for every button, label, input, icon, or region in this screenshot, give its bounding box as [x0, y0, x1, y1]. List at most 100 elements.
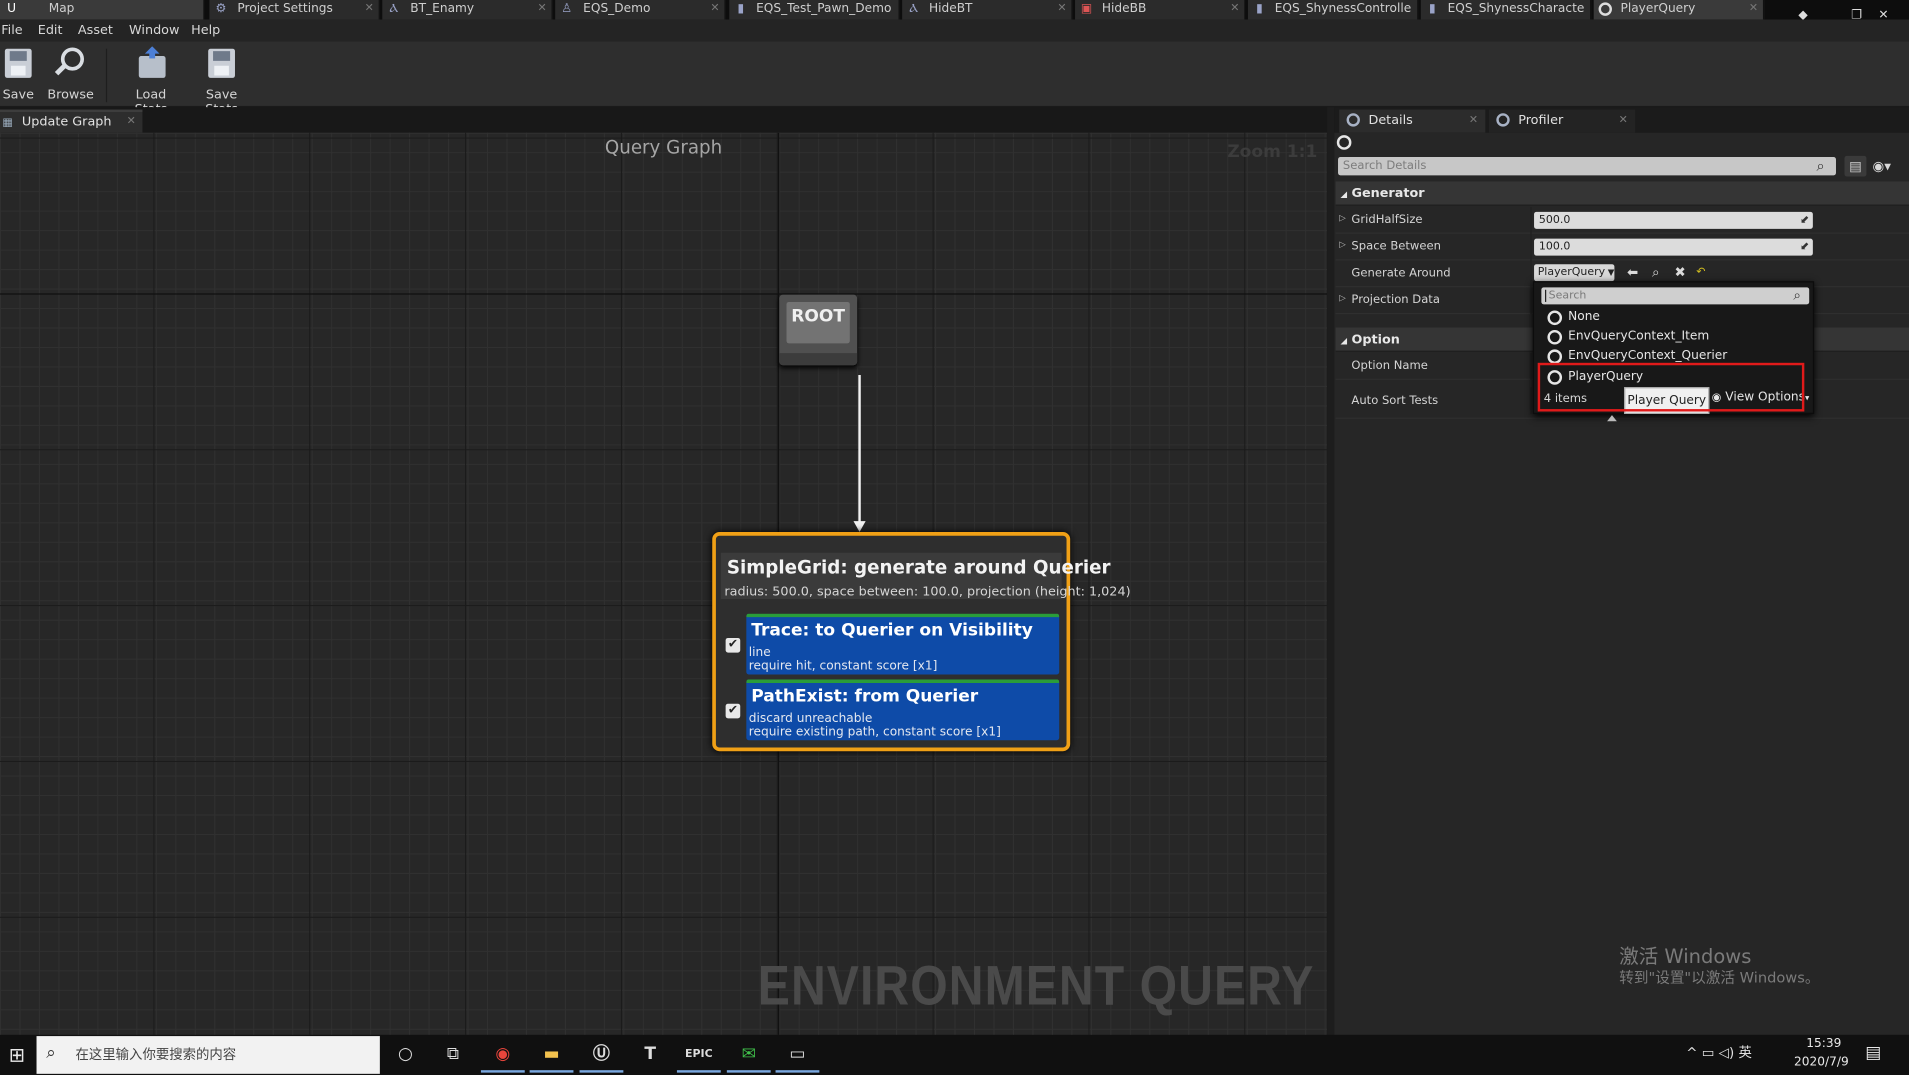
close-icon[interactable]: ✕ — [1230, 0, 1239, 18]
volume-icon[interactable]: ◁) — [1719, 1045, 1735, 1061]
dropdown-item-envquerycontext-item[interactable]: EnvQueryContext_Item — [1545, 328, 1807, 347]
tab-bt-enamy[interactable]: Ⲁ BT_Enamy ✕ — [382, 0, 553, 20]
typora-icon[interactable]: T — [628, 1037, 672, 1072]
close-icon[interactable]: ✕ — [1749, 0, 1758, 18]
collapsed-arrow-icon[interactable]: ▷ — [1339, 213, 1346, 223]
node-description: radius: 500.0, space between: 100.0, pro… — [724, 584, 1131, 600]
chevron-down-icon: ▼ — [1605, 267, 1615, 278]
tab-eqs-shyness-character[interactable]: ▮ EQS_ShynessCharacte — [1420, 0, 1592, 20]
search-details-input[interactable]: Search Details — [1338, 157, 1836, 176]
tab-label: EQS_Demo — [583, 2, 651, 16]
tab-hidebt[interactable]: Ⲁ HideBT ✕ — [902, 0, 1073, 20]
taskbar-search-input[interactable]: 在这里输入你要搜索的内容 — [36, 1036, 380, 1074]
graph-title: Query Graph — [604, 136, 723, 159]
search-icon: ⌕ — [1793, 287, 1801, 304]
tab-label: Details — [1368, 113, 1413, 128]
browse-magnifier-icon[interactable]: ⌕ — [1647, 264, 1664, 281]
clear-x-icon[interactable]: ✖ — [1672, 264, 1689, 281]
menu-bar: File Edit Asset Window Help — [0, 19, 1909, 42]
close-icon[interactable]: ✕ — [127, 112, 136, 131]
windows-start-icon[interactable]: ⊞ — [0, 1035, 34, 1075]
test-enabled-checkbox[interactable]: ✔ — [725, 637, 741, 653]
wechat-icon[interactable]: ✉ — [726, 1037, 771, 1073]
panel-splitter[interactable] — [1327, 107, 1335, 1035]
close-icon[interactable]: ✕ — [1057, 0, 1066, 18]
chevron-down-icon: ▾ — [1805, 393, 1810, 403]
test-enabled-checkbox[interactable]: ✔ — [725, 703, 741, 719]
tab-project-settings[interactable]: ⚙ Project Settings ✕ — [209, 0, 380, 20]
tab-update-graph[interactable]: ▦ Update Graph ✕ — [0, 109, 143, 133]
tab-eqs-test-pawn-demo[interactable]: ▮ EQS_Test_Pawn_Demo — [729, 0, 900, 20]
tab-playerquery[interactable]: PlayerQuery ✕ — [1593, 0, 1765, 20]
ime-indicator[interactable]: 英 — [1738, 1045, 1751, 1061]
property-label: Projection Data — [1351, 293, 1440, 307]
menu-asset[interactable]: Asset — [78, 23, 113, 38]
trace-test-node[interactable]: Trace: to Querier on Visibility line req… — [746, 613, 1060, 675]
property-matrix-icon[interactable]: ▤ — [1844, 155, 1867, 177]
tab-map[interactable]: U Map — [0, 0, 205, 20]
root-node-output-pin[interactable] — [779, 353, 858, 366]
menu-file[interactable]: File — [1, 23, 22, 38]
tab-profiler[interactable]: Profiler ✕ — [1489, 109, 1636, 133]
category-generator[interactable]: ◢ Generator — [1335, 181, 1909, 206]
save-stats-icon — [206, 46, 238, 80]
epic-games-icon[interactable]: EPIC — [676, 1037, 721, 1073]
close-icon[interactable]: ✕ — [710, 0, 719, 18]
generate-around-combo[interactable]: PlayerQuery ▼ — [1534, 264, 1615, 282]
notification-center-icon[interactable]: ▤ — [1865, 1043, 1881, 1062]
grid-half-size-field[interactable]: 500.0 ⬋ — [1534, 211, 1813, 229]
cortana-icon[interactable]: ○ — [384, 1037, 428, 1072]
file-explorer-icon[interactable]: ▬ — [529, 1037, 574, 1073]
view-options-eye-icon[interactable]: ◉▾ — [1873, 158, 1902, 175]
clock-time[interactable]: 15:39 — [1799, 1037, 1848, 1050]
close-icon[interactable]: ✕ — [1469, 110, 1478, 132]
close-icon[interactable]: ✕ — [537, 0, 546, 18]
close-icon[interactable]: ✕ — [1619, 110, 1628, 132]
unreal-engine-icon[interactable]: Ⓤ — [579, 1037, 624, 1073]
collapsed-arrow-icon[interactable]: ▷ — [1339, 240, 1346, 250]
node-connection-wire — [858, 374, 861, 524]
save-stats-button[interactable]: Save Stats — [190, 46, 253, 117]
tab-details[interactable]: Details ✕ — [1339, 109, 1486, 133]
browse-button[interactable]: Browse — [46, 46, 95, 104]
tab-eqs-shyness-controller[interactable]: ▮ EQS_ShynessControlle — [1247, 0, 1419, 20]
text-cursor — [1545, 289, 1547, 302]
load-stats-icon — [135, 46, 167, 80]
space-between-field[interactable]: 100.0 ⬋ — [1534, 238, 1813, 256]
dropdown-resize-grip-icon[interactable] — [1607, 415, 1617, 422]
collapsed-arrow-icon[interactable]: ▷ — [1339, 293, 1346, 303]
graph-grid-icon: ▦ — [2, 116, 13, 130]
lock-selection-icon[interactable] — [1336, 135, 1352, 150]
dropdown-search-input[interactable]: Search — [1541, 287, 1810, 305]
expand-arrow-icon: ◢ — [1340, 189, 1348, 200]
menu-help[interactable]: Help — [191, 23, 220, 38]
chrome-icon[interactable]: ◉ — [480, 1037, 525, 1073]
reset-arrow-icon[interactable]: ⬋ — [1800, 212, 1809, 229]
tray-chevron-up-icon[interactable]: ^ — [1686, 1045, 1697, 1061]
save-button[interactable]: Save — [0, 46, 37, 104]
tab-hidebb[interactable]: ▣ HideBB ✕ — [1075, 0, 1246, 20]
menu-window[interactable]: Window — [129, 23, 179, 38]
use-selected-arrow-icon[interactable]: ⬅ — [1624, 264, 1641, 281]
root-node[interactable]: ROOT — [779, 294, 858, 366]
menu-edit[interactable]: Edit — [38, 23, 63, 38]
task-view-icon[interactable]: ⧉ — [431, 1037, 475, 1072]
window-controls: ◆ ▁ ❐ ✕ — [1790, 0, 1909, 22]
clock-date[interactable]: 2020/7/9 — [1787, 1056, 1855, 1069]
pathexist-test-node[interactable]: PathExist: from Querier discard unreacha… — [746, 679, 1060, 741]
test-desc: require hit, constant score [x1] — [748, 659, 938, 674]
column-divider — [1530, 353, 1532, 380]
query-graph-canvas[interactable]: Query Graph Zoom 1:1 ENVIRONMENT QUERY R… — [0, 132, 1328, 1035]
load-stats-button[interactable]: Load Stats — [118, 46, 184, 117]
reset-to-default-icon[interactable]: ↶ — [1692, 264, 1709, 281]
close-icon[interactable]: ✕ — [365, 0, 374, 18]
monitor-app-icon[interactable]: ▭ — [775, 1037, 820, 1073]
tab-eqs-demo[interactable]: ♙ EQS_Demo ✕ — [555, 0, 726, 20]
network-icon[interactable]: ▭ — [1702, 1045, 1715, 1061]
reset-arrow-icon[interactable]: ⬋ — [1800, 239, 1809, 256]
dropdown-item-none[interactable]: None — [1545, 308, 1807, 327]
unreal-editor-window: U Map ⚙ Project Settings ✕ Ⲁ BT_Enamy ✕ … — [0, 0, 1909, 1075]
test-desc: discard unreachable — [748, 712, 873, 726]
simplegrid-generator-node[interactable]: SimpleGrid: generate around Querier radi… — [712, 532, 1131, 752]
gear-icon: ⚙ — [215, 2, 227, 16]
